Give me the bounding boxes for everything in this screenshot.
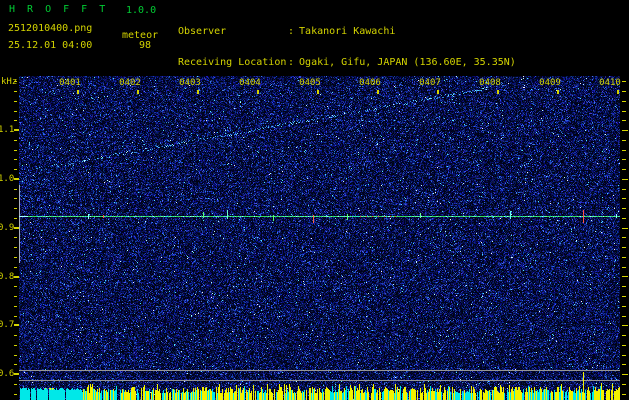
freq-right-tick [622,355,626,356]
freq-axis-label: 0.8 [0,272,15,282]
freq-minor-tick [14,257,17,258]
freq-minor-tick [14,286,17,287]
freq-right-tick [622,364,626,365]
info-label: Receiving Location [178,57,287,68]
freq-minor-tick [14,150,17,151]
freq-axis-label: 0.6 [0,369,15,379]
freq-minor-tick [14,247,17,248]
freq-right-tick [622,335,626,336]
freq-right-tick [622,394,626,395]
freq-right-tick [622,296,626,297]
freq-right-tick [622,257,626,258]
spectrogram-canvas [19,76,620,400]
freq-minor-tick [14,364,17,365]
freq-right-tick [622,325,628,326]
info-value: Ogaki, Gifu, JAPAN (136.60E, 35.35N) [299,57,516,68]
freq-minor-tick [14,159,17,160]
freq-right-tick [622,179,628,180]
freq-right-tick [622,208,626,209]
freq-minor-tick [14,189,17,190]
freq-minor-tick [14,101,17,102]
echo-count: 98 [139,40,152,51]
info-colon: : [288,57,295,68]
freq-right-tick [622,276,628,277]
freq-minor-tick [14,140,17,141]
hrofft-screen: H R O F F T 1.0.0 2512010400.png meteor … [0,0,629,400]
freq-right-tick [622,169,626,170]
freq-right-tick [622,120,626,121]
app-version: 1.0.0 [126,5,157,16]
freq-minor-tick [14,296,17,297]
freq-right-tick [622,218,626,219]
freq-right-tick [622,198,626,199]
freq-right-tick [622,237,626,238]
freq-right-tick [622,81,626,82]
freq-right-tick [622,247,626,248]
freq-axis-label: 1.1 [0,125,15,135]
freq-minor-tick [14,267,17,268]
freq-right-tick [622,345,626,346]
freq-right-tick [622,111,626,112]
freq-right-tick [622,374,628,375]
freq-unit-label: kHz [1,77,18,87]
app-title: H R O F F T [9,4,109,15]
freq-axis-label: 0.9 [0,223,15,233]
freq-minor-tick [14,316,17,317]
freq-minor-tick [14,345,17,346]
info-value: Takanori Kawachi [299,26,396,37]
freq-minor-tick [14,198,17,199]
freq-minor-tick [14,91,17,92]
freq-minor-tick [14,208,17,209]
freq-minor-tick [14,218,17,219]
info-row-observer: Observer: Takanori Kawachi [178,26,516,37]
output-filename: 2512010400.png [8,23,93,34]
freq-right-tick [622,91,626,92]
freq-right-tick [622,286,626,287]
freq-right-tick [622,228,628,229]
freq-minor-tick [14,306,17,307]
freq-right-tick [622,150,626,151]
freq-minor-tick [14,335,17,336]
freq-right-tick [622,159,626,160]
freq-minor-tick [14,394,17,395]
info-colon: : [288,26,295,37]
freq-minor-tick [14,169,17,170]
freq-right-tick [622,267,626,268]
freq-minor-tick [14,355,17,356]
info-label: Observer [178,26,227,37]
freq-right-tick [622,306,626,307]
freq-right-tick [622,130,628,131]
freq-right-tick [622,384,626,385]
freq-axis-label: 1.0 [0,174,15,184]
freq-minor-tick [14,384,17,385]
freq-minor-tick [14,111,17,112]
freq-right-tick [622,189,626,190]
freq-axis-label: 0.7 [0,320,15,330]
freq-right-tick [622,316,626,317]
freq-minor-tick [14,237,17,238]
observation-datetime: 25.12.01 04:00 [8,40,93,51]
freq-right-tick [622,101,626,102]
info-row-location: Receiving Location: Ogaki, Gifu, JAPAN (1… [178,57,516,68]
freq-minor-tick [14,120,17,121]
freq-right-tick [622,140,626,141]
